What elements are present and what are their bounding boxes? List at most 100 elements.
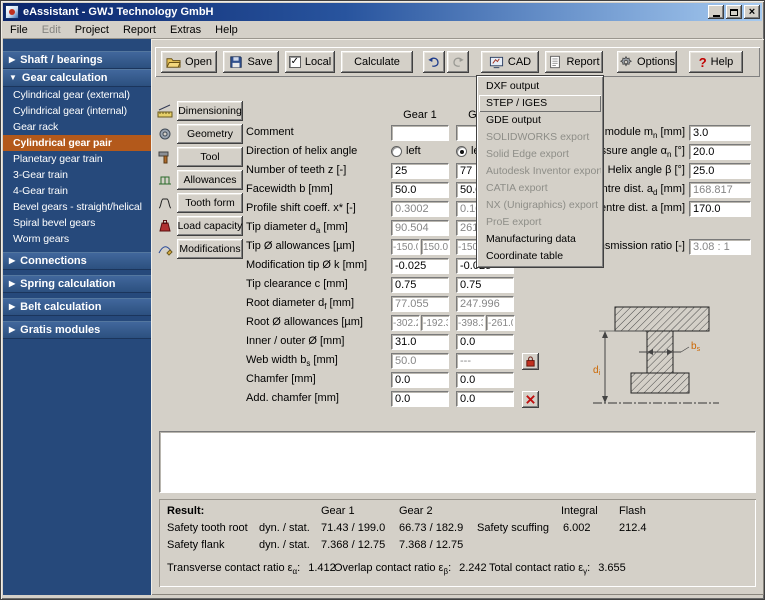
safety-flank-gear2-value: 7.368 / 12.75 bbox=[399, 539, 463, 551]
cad-menu-manufacturing-data[interactable]: Manufacturing data bbox=[479, 231, 601, 248]
report-button[interactable]: Report bbox=[545, 51, 603, 73]
root-allowance-gear1-lower-input[interactable] bbox=[421, 315, 450, 331]
root-diameter-gear2-input[interactable] bbox=[456, 296, 514, 312]
sidebar-section-belt-calculation[interactable]: ▶ Belt calculation bbox=[3, 298, 151, 316]
sidebar-section-shaft-bearings[interactable]: ▶ Shaft / bearings bbox=[3, 51, 151, 69]
minimize-button[interactable] bbox=[708, 5, 724, 19]
cad-menu-autodesk-inventor-export[interactable]: Autodesk Inventor export bbox=[479, 163, 601, 180]
chamfer-gear2-input[interactable] bbox=[456, 372, 514, 388]
pressure-angle-input[interactable] bbox=[689, 144, 751, 160]
menu-extras[interactable]: Extras bbox=[163, 22, 208, 38]
open-button[interactable]: Open bbox=[161, 51, 217, 73]
inner-outer-gear1-input[interactable] bbox=[391, 334, 449, 350]
tooth-form-button[interactable]: Tooth form bbox=[177, 193, 243, 213]
help-label: Help bbox=[711, 56, 734, 68]
chamfer-gear1-input[interactable] bbox=[391, 372, 449, 388]
root-allowance-gear1-upper-input[interactable] bbox=[391, 315, 420, 331]
web-width-gear2-input[interactable] bbox=[456, 353, 514, 369]
sidebar-section-gear-calculation[interactable]: ▼ Gear calculation bbox=[3, 69, 151, 87]
profile-shift-gear1-input[interactable] bbox=[391, 201, 449, 217]
transmission-ratio-input[interactable] bbox=[689, 239, 751, 255]
sidebar-item-planetary-gear-train[interactable]: Planetary gear train bbox=[3, 151, 151, 167]
root-allowance-gear2-upper-input[interactable] bbox=[456, 315, 485, 331]
add-chamfer-gear2-input[interactable] bbox=[456, 391, 514, 407]
root-allowance-gear2-lower-input[interactable] bbox=[486, 315, 515, 331]
cad-button[interactable]: CAD bbox=[481, 51, 539, 73]
redo-button[interactable] bbox=[447, 51, 469, 73]
tip-allowance-gear1-lower-input[interactable] bbox=[421, 239, 450, 255]
undo-button[interactable] bbox=[423, 51, 445, 73]
radio-icon[interactable] bbox=[391, 146, 402, 157]
cad-menu-gde-output[interactable]: GDE output bbox=[479, 112, 601, 129]
add-chamfer-clear-button[interactable] bbox=[522, 391, 539, 408]
sidebar-item-3-gear-train[interactable]: 3-Gear train bbox=[3, 167, 151, 183]
cad-menu-nx-unigraphics-export[interactable]: NX (Unigraphics) export bbox=[479, 197, 601, 214]
sidebar-item-cylindrical-gear-pair[interactable]: Cylindrical gear pair bbox=[3, 135, 151, 151]
zero-centre-distance-input[interactable] bbox=[689, 182, 751, 198]
web-width-gear1-input[interactable] bbox=[391, 353, 449, 369]
tool-button[interactable]: Tool bbox=[177, 147, 243, 167]
close-button[interactable]: × bbox=[744, 5, 760, 19]
modifications-button[interactable]: Modifications bbox=[177, 239, 243, 259]
cad-menu-catia-export[interactable]: CATIA export bbox=[479, 180, 601, 197]
safety-tooth-root-mode: dyn. / stat. bbox=[259, 522, 310, 534]
tip-clearance-label: Tip clearance c [mm] bbox=[246, 278, 348, 290]
add-chamfer-label: Add. chamfer [mm] bbox=[246, 392, 339, 404]
add-chamfer-gear1-input[interactable] bbox=[391, 391, 449, 407]
sidebar-item-worm-gears[interactable]: Worm gears bbox=[3, 231, 151, 247]
tip-allowance-gear1-upper-input[interactable] bbox=[391, 239, 420, 255]
menu-file[interactable]: File bbox=[3, 22, 35, 38]
save-button[interactable]: Save bbox=[223, 51, 279, 73]
sidebar-item-spiral-bevel-gears[interactable]: Spiral bevel gears bbox=[3, 215, 151, 231]
web-width-detail-button[interactable] bbox=[522, 353, 539, 370]
help-button[interactable]: ? Help bbox=[689, 51, 743, 73]
root-diameter-gear1-input[interactable] bbox=[391, 296, 449, 312]
comment-gear1-input[interactable] bbox=[391, 125, 449, 141]
cad-menu-dxf-output[interactable]: DXF output bbox=[479, 78, 601, 95]
local-toggle[interactable]: ✓ Local bbox=[285, 51, 335, 73]
cad-menu-solidworks-export[interactable]: SOLIDWORKS export bbox=[479, 129, 601, 146]
maximize-button[interactable] bbox=[726, 5, 742, 19]
helix-angle-input[interactable] bbox=[689, 163, 751, 179]
tip-diameter-gear1-input[interactable] bbox=[391, 220, 449, 236]
sidebar-item-cylindrical-gear-internal[interactable]: Cylindrical gear (internal) bbox=[3, 103, 151, 119]
sidebar-section-gratis-modules[interactable]: ▶ Gratis modules bbox=[3, 321, 151, 339]
dimensioning-button[interactable]: Dimensioning bbox=[177, 101, 243, 121]
dimensioning-icon bbox=[157, 103, 173, 119]
toolbar: Open Save ✓ Local Calculate bbox=[155, 47, 760, 77]
tip-clearance-gear2-input[interactable] bbox=[456, 277, 514, 293]
inner-outer-gear2-input[interactable] bbox=[456, 334, 514, 350]
sidebar-item-bevel-gears[interactable]: Bevel gears - straight/helical bbox=[3, 199, 151, 215]
cad-menu-proe-export[interactable]: ProE export bbox=[479, 214, 601, 231]
tip-clearance-gear1-input[interactable] bbox=[391, 277, 449, 293]
menu-report[interactable]: Report bbox=[116, 22, 163, 38]
allowances-button[interactable]: Allowances bbox=[177, 170, 243, 190]
cad-menu-step-iges[interactable]: STEP / IGES bbox=[479, 95, 601, 112]
centre-distance-input[interactable] bbox=[689, 201, 751, 217]
geometry-button[interactable]: Geometry bbox=[177, 124, 243, 144]
section-label: Shaft / bearings bbox=[20, 54, 103, 66]
window-title: eAssistant - GWJ Technology GmbH bbox=[23, 6, 706, 18]
radio-selected-icon[interactable] bbox=[456, 146, 467, 157]
module-input[interactable] bbox=[689, 125, 751, 141]
tool-icon bbox=[157, 149, 173, 165]
load-capacity-button[interactable]: Load capacity bbox=[177, 216, 243, 236]
cad-menu-coordinate-table[interactable]: Coordinate table bbox=[479, 248, 601, 265]
sidebar-section-connections[interactable]: ▶ Connections bbox=[3, 252, 151, 270]
sidebar-section-spring-calculation[interactable]: ▶ Spring calculation bbox=[3, 275, 151, 293]
local-checkbox[interactable]: ✓ bbox=[289, 56, 301, 68]
sidebar-item-4-gear-train[interactable]: 4-Gear train bbox=[3, 183, 151, 199]
menu-edit[interactable]: Edit bbox=[35, 22, 68, 38]
menu-help[interactable]: Help bbox=[208, 22, 245, 38]
modification-tip-gear1-input[interactable] bbox=[391, 258, 449, 274]
helix-gear1-option[interactable]: left bbox=[391, 145, 421, 157]
options-button[interactable]: Options bbox=[617, 51, 677, 73]
teeth-gear1-input[interactable] bbox=[391, 163, 449, 179]
facewidth-gear1-input[interactable] bbox=[391, 182, 449, 198]
web-width-dim-label: bs bbox=[691, 341, 701, 353]
menu-project[interactable]: Project bbox=[68, 22, 116, 38]
calculate-button[interactable]: Calculate bbox=[341, 51, 413, 73]
sidebar-item-cylindrical-gear-external[interactable]: Cylindrical gear (external) bbox=[3, 87, 151, 103]
sidebar-item-gear-rack[interactable]: Gear rack bbox=[3, 119, 151, 135]
cad-menu-solid-edge-export[interactable]: Solid Edge export bbox=[479, 146, 601, 163]
